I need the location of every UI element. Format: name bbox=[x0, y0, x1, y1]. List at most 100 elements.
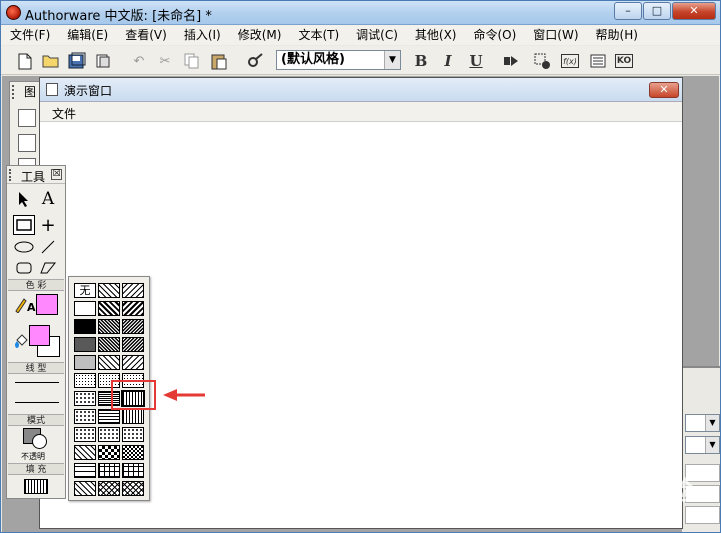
pattern-dots-sparse[interactable] bbox=[74, 409, 96, 424]
pattern-zigzag[interactable] bbox=[74, 481, 96, 496]
pattern-vertical[interactable] bbox=[122, 409, 144, 424]
pointer-tool-icon[interactable] bbox=[13, 189, 35, 209]
property-dropdown-1[interactable]: ▼ bbox=[685, 414, 720, 432]
mode-circle-icon[interactable] bbox=[32, 434, 47, 449]
presentation-menu-file[interactable]: 文件 bbox=[52, 105, 76, 122]
authorware-window: Authorware 中文版: [未命名] * – □ ✕ 文件(F) 编辑(E… bbox=[0, 0, 721, 533]
pattern-dots-fine[interactable] bbox=[74, 373, 96, 388]
pattern-diag-right[interactable] bbox=[122, 355, 144, 370]
presentation-close-button[interactable]: ✕ bbox=[649, 82, 679, 98]
run-icon[interactable] bbox=[501, 51, 521, 71]
pattern-checker[interactable] bbox=[98, 445, 120, 460]
style-select[interactable]: (默认风格) ▼ bbox=[276, 50, 401, 70]
open-icon[interactable] bbox=[41, 51, 61, 71]
pattern-horiz[interactable] bbox=[98, 409, 120, 424]
pattern-grid[interactable] bbox=[122, 463, 144, 478]
crosshair-tool-icon[interactable]: + bbox=[37, 215, 59, 236]
color-section-label: 色 彩 bbox=[8, 279, 64, 291]
bold-icon[interactable]: B bbox=[411, 51, 431, 71]
pattern-diag-right[interactable] bbox=[122, 283, 144, 298]
pattern-diamond[interactable] bbox=[122, 445, 144, 460]
pattern-diag-left[interactable] bbox=[98, 283, 120, 298]
chevron-down-icon[interactable]: ▼ bbox=[705, 437, 719, 453]
minimize-button[interactable]: – bbox=[614, 2, 642, 20]
import-icon[interactable] bbox=[93, 51, 113, 71]
pattern-zigzag[interactable] bbox=[74, 445, 96, 460]
pattern-crosshatch[interactable] bbox=[122, 481, 144, 496]
icon-palette: 图 bbox=[9, 81, 41, 171]
menu-command[interactable]: 命令(O) bbox=[464, 25, 524, 45]
menu-text[interactable]: 文本(T) bbox=[289, 25, 347, 45]
menu-debug[interactable]: 调试(C) bbox=[347, 25, 406, 45]
annotation-highlight-box bbox=[111, 380, 156, 410]
chevron-down-icon[interactable]: ▼ bbox=[705, 415, 719, 431]
pattern-dots-medium[interactable] bbox=[74, 355, 96, 370]
pattern-dots-dense[interactable] bbox=[74, 337, 96, 352]
italic-icon[interactable]: I bbox=[438, 51, 458, 71]
style-select-value: (默认风格) bbox=[281, 52, 345, 67]
pattern-diag-left-dense[interactable] bbox=[98, 319, 120, 334]
annotation-arrow-icon bbox=[163, 389, 205, 401]
fill-foreground-swatch[interactable] bbox=[29, 325, 50, 346]
chevron-down-icon[interactable]: ▼ bbox=[384, 51, 400, 69]
pattern-grid[interactable] bbox=[98, 463, 120, 478]
rounded-rectangle-tool-icon[interactable] bbox=[13, 258, 35, 278]
tools-close-icon[interactable]: ☒ bbox=[51, 169, 62, 180]
line-type-sample-1[interactable] bbox=[15, 382, 59, 383]
pattern-dots-grid[interactable] bbox=[98, 427, 120, 442]
find-icon[interactable] bbox=[245, 51, 265, 71]
authorware-logo-icon bbox=[6, 5, 21, 20]
pattern-diag-left[interactable] bbox=[98, 355, 120, 370]
pattern-diag-left-dense[interactable] bbox=[98, 337, 120, 352]
current-fill-pattern[interactable] bbox=[24, 479, 48, 494]
functions-icon[interactable]: f(x) bbox=[561, 54, 579, 68]
motion-icon[interactable] bbox=[18, 134, 36, 152]
menu-modify[interactable]: 修改(M) bbox=[229, 25, 290, 45]
menu-edit[interactable]: 编辑(E) bbox=[58, 25, 116, 45]
menu-insert[interactable]: 插入(I) bbox=[175, 25, 229, 45]
menu-view[interactable]: 查看(V) bbox=[116, 25, 175, 45]
save-all-icon[interactable] bbox=[67, 51, 87, 71]
pattern-diag-right-dense[interactable] bbox=[122, 319, 144, 334]
line-tool-icon[interactable] bbox=[37, 237, 59, 257]
stroke-color-swatch[interactable] bbox=[36, 294, 58, 315]
menu-file[interactable]: 文件(F) bbox=[1, 25, 58, 45]
pattern-crosshatch[interactable] bbox=[98, 481, 120, 496]
menu-help[interactable]: 帮助(H) bbox=[587, 25, 646, 45]
presentation-title: 演示窗口 bbox=[64, 84, 113, 98]
copy-icon[interactable] bbox=[182, 51, 202, 71]
pattern-black[interactable] bbox=[74, 319, 96, 334]
close-button[interactable]: ✕ bbox=[672, 2, 716, 20]
maximize-button[interactable]: □ bbox=[643, 2, 671, 20]
text-tool-icon[interactable]: A bbox=[37, 189, 59, 209]
presentation-window-icon bbox=[46, 83, 58, 96]
ellipse-tool-icon[interactable] bbox=[13, 237, 35, 257]
menu-other[interactable]: 其他(X) bbox=[406, 25, 465, 45]
pattern-white[interactable] bbox=[74, 301, 96, 316]
pattern-diag-right-bold[interactable] bbox=[122, 301, 144, 316]
cut-icon[interactable]: ✂ bbox=[155, 51, 175, 71]
pattern-dots-sparse[interactable] bbox=[74, 427, 96, 442]
polygon-tool-icon[interactable] bbox=[37, 258, 59, 278]
pattern-dots-grid[interactable] bbox=[122, 427, 144, 442]
grip-handle[interactable] bbox=[9, 169, 14, 181]
underline-icon[interactable]: U bbox=[466, 51, 486, 71]
menu-window[interactable]: 窗口(W) bbox=[524, 25, 586, 45]
grip-handle[interactable] bbox=[12, 85, 17, 99]
line-type-sample-2[interactable] bbox=[15, 402, 59, 403]
pattern-none[interactable]: 无 bbox=[74, 283, 96, 298]
control-panel-icon[interactable] bbox=[532, 51, 552, 71]
new-file-icon[interactable] bbox=[15, 51, 35, 71]
undo-icon[interactable]: ↶ bbox=[129, 51, 149, 71]
property-field-3[interactable] bbox=[685, 506, 720, 524]
rectangle-tool-icon[interactable] bbox=[13, 215, 35, 235]
knowledge-objects-icon[interactable]: KO bbox=[615, 54, 633, 68]
paste-icon[interactable] bbox=[209, 51, 229, 71]
pattern-dots-sparse[interactable] bbox=[74, 391, 96, 406]
pattern-diag-right-dense[interactable] bbox=[122, 337, 144, 352]
property-dropdown-2[interactable]: ▼ bbox=[685, 436, 720, 454]
display-icon[interactable] bbox=[18, 109, 36, 127]
pattern-diag-left-bold[interactable] bbox=[98, 301, 120, 316]
variables-icon[interactable] bbox=[588, 51, 608, 71]
pattern-brick[interactable] bbox=[74, 463, 96, 478]
